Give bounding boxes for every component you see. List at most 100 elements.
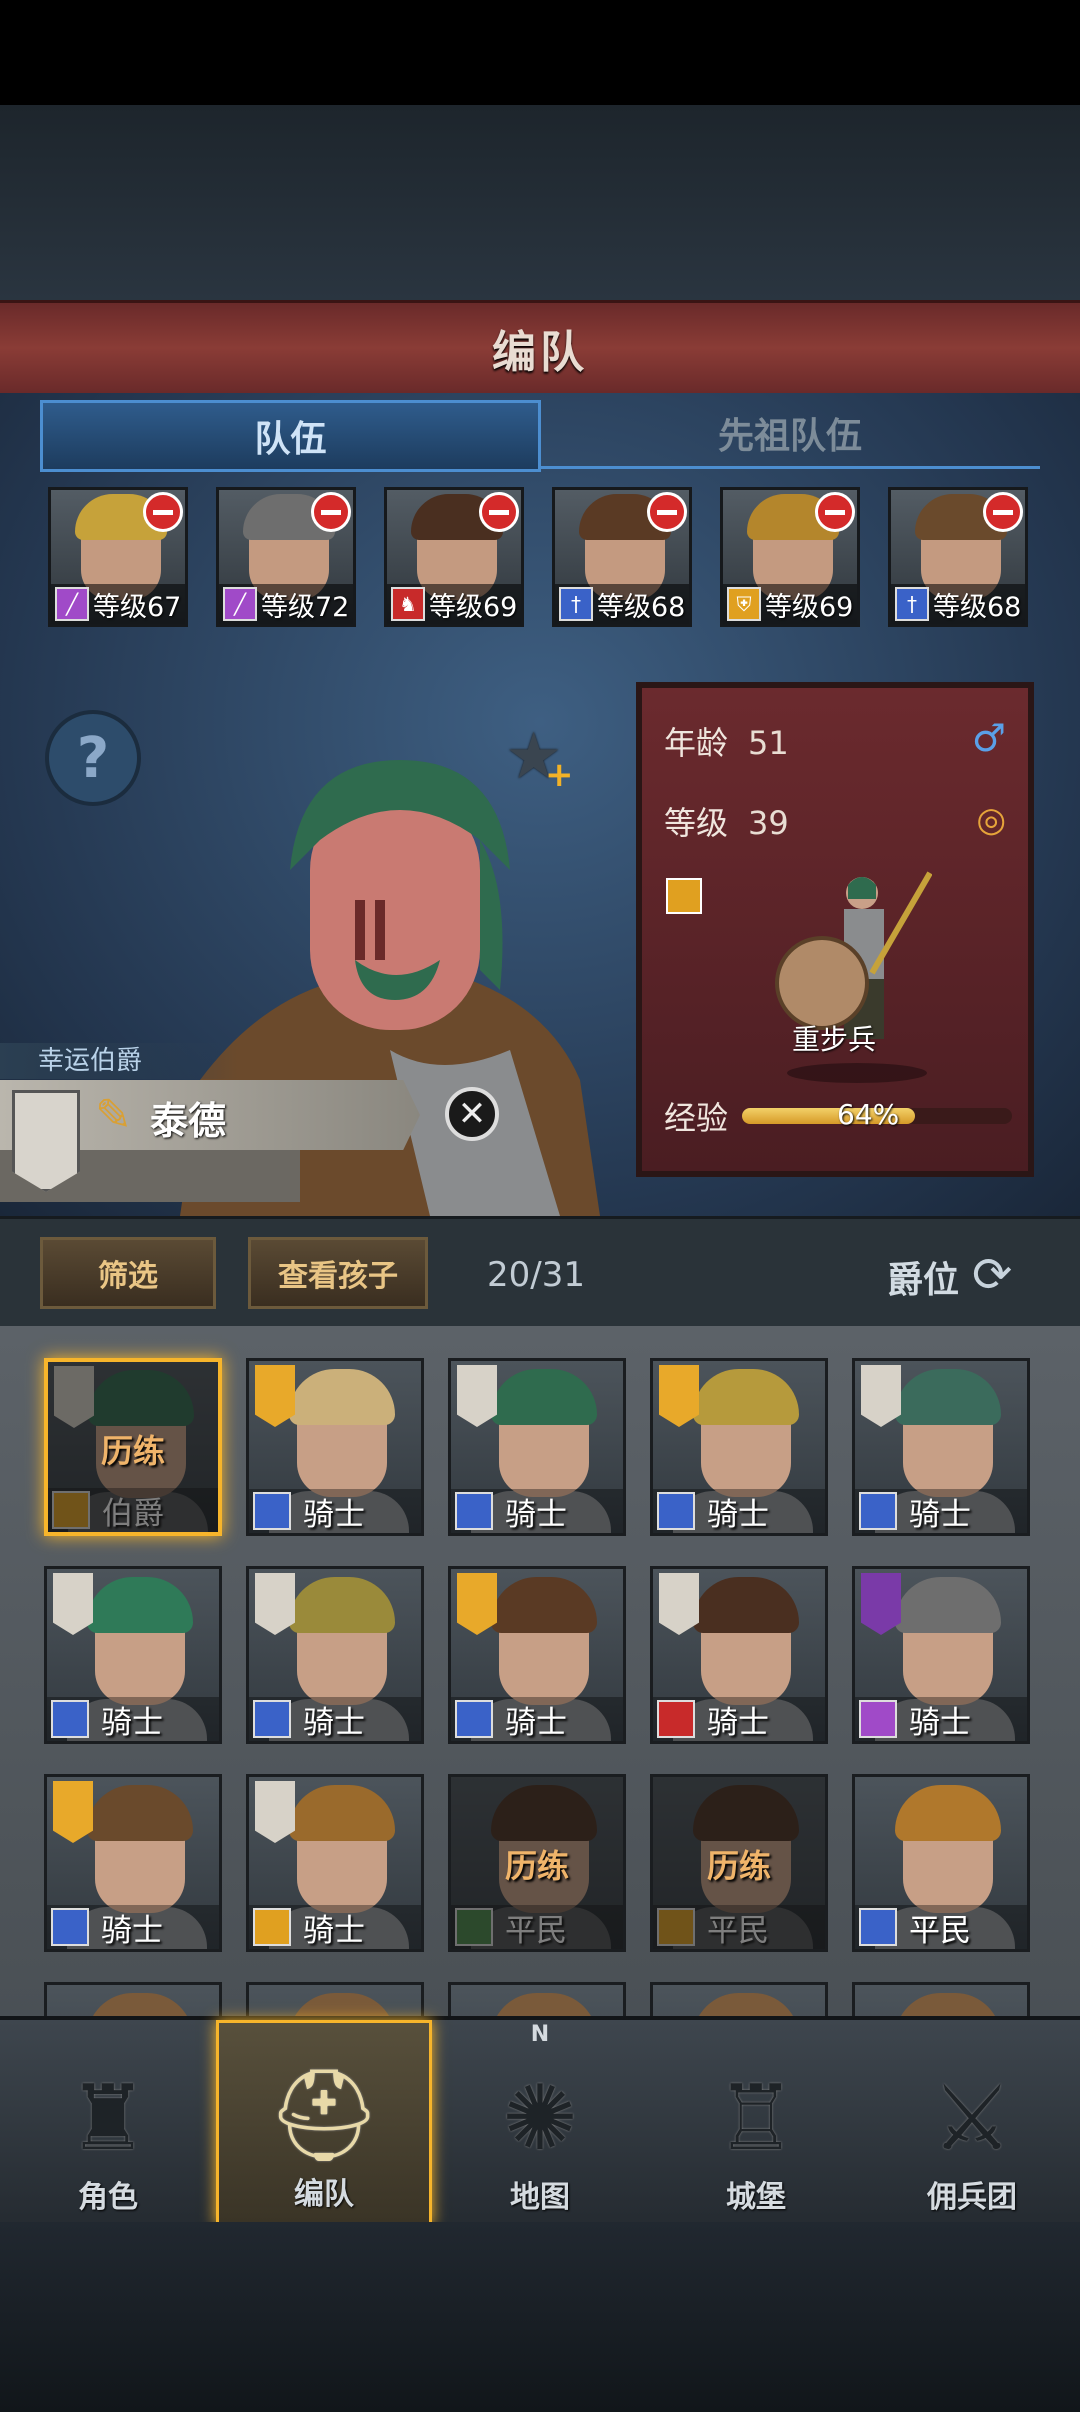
refresh-icon[interactable]: ⟳ xyxy=(972,1247,1012,1303)
nav-compass[interactable]: N ✺ 地图 xyxy=(432,2020,648,2226)
roster-card[interactable] xyxy=(246,1982,424,2016)
portrait-hair xyxy=(693,1369,799,1425)
roster-card[interactable]: 平民 xyxy=(852,1774,1030,1952)
filter-button[interactable]: 筛选 xyxy=(40,1237,216,1309)
class-icon xyxy=(253,1492,291,1530)
squad-level: 等级68 xyxy=(597,591,686,623)
class-icon xyxy=(657,1700,695,1738)
remove-icon[interactable] xyxy=(311,492,351,532)
view-children-button[interactable]: 查看孩子 xyxy=(248,1237,428,1309)
portrait-hair xyxy=(895,1785,1001,1841)
tab-ancestor-squad[interactable]: 先祖队伍 xyxy=(540,400,1040,469)
portrait-hair xyxy=(289,1785,395,1841)
roster-card[interactable]: 平民历练 xyxy=(448,1774,626,1952)
portrait-hair xyxy=(87,1785,193,1841)
training-label: 历练 xyxy=(706,1847,771,1885)
roster-card[interactable] xyxy=(44,1982,222,2016)
roster-grid: 伯爵历练骑士骑士骑士骑士骑士骑士骑士骑士骑士骑士骑士平民历练平民历练平民 xyxy=(0,1326,1080,2016)
squad-slot[interactable]: † 等级68 xyxy=(888,487,1028,627)
status-bar xyxy=(0,0,1080,105)
roster-card[interactable]: 骑士 xyxy=(44,1774,222,1952)
knight-icon: ♜ xyxy=(67,2066,149,2171)
castle-icon: ♖ xyxy=(715,2066,797,2171)
nav-label: 地图 xyxy=(510,2180,570,2215)
question-icon: ? xyxy=(76,725,110,791)
roster-card[interactable]: 伯爵历练 xyxy=(44,1358,222,1536)
top-background xyxy=(0,105,1080,300)
helmet-icon: ⛑ xyxy=(266,2063,382,2168)
nav-helmet[interactable]: ⛑ 编队 xyxy=(216,2020,432,2226)
banner-emblem-icon xyxy=(659,1573,699,1635)
roster-class-label: 骑士 xyxy=(909,1704,971,1741)
roster-card[interactable]: 骑士 xyxy=(44,1566,222,1744)
portrait-hair xyxy=(491,1577,597,1633)
roster-card[interactable]: 骑士 xyxy=(852,1566,1030,1744)
squad-slot[interactable]: ⛨ 等级69 xyxy=(720,487,860,627)
close-icon: ✕ xyxy=(457,1094,487,1134)
portrait-hair xyxy=(895,1369,1001,1425)
squad-slot[interactable]: ♞ 等级69 xyxy=(384,487,524,627)
remove-icon[interactable] xyxy=(647,492,687,532)
age-value: 51 xyxy=(748,724,789,762)
banner-emblem-icon xyxy=(255,1365,295,1427)
edit-name-icon[interactable]: ✎ xyxy=(95,1090,132,1141)
shield-icon: ⛨ xyxy=(727,587,761,621)
nav-mercenary[interactable]: ⚔ 佣兵团 xyxy=(864,2020,1080,2226)
roster-class-label: 骑士 xyxy=(909,1496,971,1533)
roster-card[interactable]: 骑士 xyxy=(246,1358,424,1536)
roster-card[interactable]: 骑士 xyxy=(852,1358,1030,1536)
roster-class-label: 骑士 xyxy=(505,1704,567,1741)
nav-castle[interactable]: ♖ 城堡 xyxy=(648,2020,864,2226)
tab-squad[interactable]: 队伍 xyxy=(40,400,541,472)
portrait-hair xyxy=(895,1993,1001,2016)
banner-emblem-icon xyxy=(53,1573,93,1635)
remove-icon[interactable] xyxy=(815,492,855,532)
compass-north-label: N xyxy=(530,2022,550,2047)
roster-card[interactable]: 骑士 xyxy=(650,1358,828,1536)
squad-slots: ╱ 等级67 ╱ 等级72 ♞ 等级69 † 等级68 ⛨ 等级69 † 等级68 xyxy=(48,487,1038,629)
remove-icon[interactable] xyxy=(143,492,183,532)
portrait-hair xyxy=(491,1369,597,1425)
roster-class-label: 骑士 xyxy=(101,1704,163,1741)
roster-toolbar: 筛选 查看孩子 20/31 爵位 ⟳ xyxy=(0,1216,1080,1329)
help-button[interactable]: ? xyxy=(45,710,141,806)
banner-emblem-icon xyxy=(861,1365,901,1427)
roster-class-label: 骑士 xyxy=(303,1496,365,1533)
heraldry-shield[interactable] xyxy=(12,1090,80,1192)
portrait-hair xyxy=(87,1993,193,2016)
training-label: 历练 xyxy=(504,1847,569,1885)
nav-label: 城堡 xyxy=(726,2180,786,2215)
banner-emblem-icon xyxy=(861,1573,901,1635)
roster-card[interactable]: 骑士 xyxy=(246,1774,424,1952)
squad-level: 等级68 xyxy=(933,591,1022,623)
level-label: 等级 xyxy=(664,804,729,842)
character-title: 幸运伯爵 xyxy=(0,1043,238,1079)
roster-card[interactable] xyxy=(448,1982,626,2016)
roster-card[interactable] xyxy=(852,1982,1030,2016)
roster-card[interactable]: 骑士 xyxy=(448,1358,626,1536)
roster-card[interactable]: 骑士 xyxy=(246,1566,424,1744)
squad-level: 等级69 xyxy=(765,591,854,623)
level-value: 39 xyxy=(748,804,789,842)
roster-card[interactable] xyxy=(650,1982,828,2016)
nav-knight[interactable]: ♜ 角色 xyxy=(0,2020,216,2226)
squad-slot[interactable]: ╱ 等级72 xyxy=(216,487,356,627)
squad-slot[interactable]: ╱ 等级67 xyxy=(48,487,188,627)
sword-icon: † xyxy=(895,587,929,621)
compass-icon: ✺ xyxy=(502,2066,578,2171)
roster-count: 20/31 xyxy=(487,1255,585,1295)
male-icon: ♂ xyxy=(971,716,1006,760)
rank-sort-label[interactable]: 爵位 xyxy=(887,1251,959,1303)
squad-slot[interactable]: † 等级68 xyxy=(552,487,692,627)
portrait-hair xyxy=(289,1369,395,1425)
close-button[interactable]: ✕ xyxy=(445,1087,499,1141)
remove-icon[interactable] xyxy=(983,492,1023,532)
roster-card[interactable]: 平民历练 xyxy=(650,1774,828,1952)
class-icon xyxy=(859,1908,897,1946)
roster-card[interactable]: 骑士 xyxy=(448,1566,626,1744)
remove-icon[interactable] xyxy=(479,492,519,532)
rings-icon: ◎ xyxy=(976,800,1006,840)
roster-class-label: 骑士 xyxy=(505,1496,567,1533)
squad-tabs: 队伍 先祖队伍 xyxy=(40,400,1040,472)
roster-card[interactable]: 骑士 xyxy=(650,1566,828,1744)
